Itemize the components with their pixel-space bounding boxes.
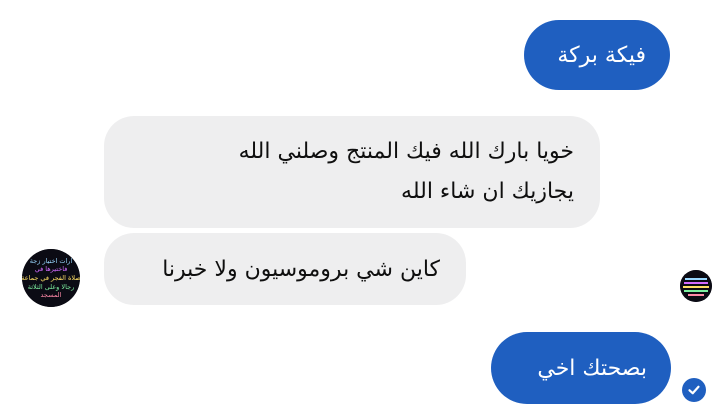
avatar-caption-5: المسجد [41,291,62,299]
check-circle-icon [682,378,706,402]
incoming-message[interactable]: كاين شي بروموسيون ولا خبرنا [104,233,466,305]
message-text: كاين شي بروموسيون ولا خبرنا [162,256,440,282]
message-text-line-2: يجازيك ان شاء الله [401,179,574,204]
sender-avatar[interactable]: ارات اختيار زجة فاختيرها في صلاة الفجر ف… [22,249,80,307]
avatar-caption-1: ارات اختيار زجة [30,257,73,265]
read-receipt-avatar [680,270,712,302]
avatar-caption-2: فاختيرها في [35,265,68,273]
avatar-image: ارات اختيار زجة فاختيرها في صلاة الفجر ف… [22,249,80,307]
outgoing-message[interactable]: فيكة بركة [524,20,670,90]
outgoing-message[interactable]: بصحتك اخي [491,332,671,404]
message-text: بصحتك اخي [537,355,647,381]
incoming-message[interactable]: خويا بارك الله فيك المنتج وصلني الله يجا… [104,116,600,228]
avatar-caption-4: رجالا وعلى الثلاثة [28,283,74,291]
read-receipt-avatar-image [680,270,712,302]
message-text-line-1: خويا بارك الله فيك المنتج وصلني الله [238,139,574,164]
message-text: فيكة بركة [557,42,646,68]
avatar-caption-3: صلاة الفجر في جماعة [22,274,80,282]
